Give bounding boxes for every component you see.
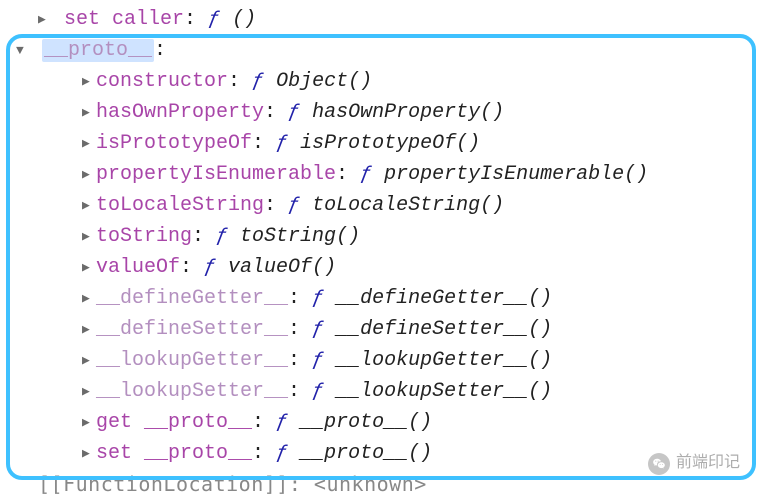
disclosure-triangle-icon[interactable]: ▶ [82,444,96,464]
property-key: toLocaleString [96,194,264,217]
truncated-row: [[FunctionLocation]]: <unknown> [6,469,764,500]
function-name: toLocaleString() [312,194,504,217]
function-name: toString() [240,225,360,248]
property-row[interactable]: ▶constructor: ƒ Object() [6,66,764,97]
function-f-glyph: ƒ [360,163,384,186]
property-row[interactable]: ▶valueOf: ƒ valueOf() [6,252,764,283]
colon: : [228,70,252,93]
disclosure-triangle-icon[interactable]: ▶ [82,320,96,340]
property-row[interactable]: ▶set __proto__: ƒ __proto__() [6,438,764,469]
function-name: isPrototypeOf() [300,132,480,155]
colon: : [288,349,312,372]
function-name: propertyIsEnumerable() [384,163,648,186]
function-name: hasOwnProperty() [312,101,504,124]
property-key: set __proto__ [96,442,252,465]
property-key-proto: __proto__ [42,39,154,62]
property-row[interactable]: ▶propertyIsEnumerable: ƒ propertyIsEnume… [6,159,764,190]
function-f-glyph: ƒ [312,349,336,372]
colon: : [192,225,216,248]
property-row-proto[interactable]: ▼ __proto__: [6,35,764,66]
property-key: constructor [96,70,228,93]
function-name: __defineGetter__() [336,287,552,310]
disclosure-triangle-icon[interactable]: ▶ [82,165,96,185]
property-row[interactable]: ▶get __proto__: ƒ __proto__() [6,407,764,438]
function-f-glyph: ƒ [312,380,336,403]
function-f-glyph: ƒ [204,256,228,279]
function-f-glyph: ƒ [216,225,240,248]
property-row[interactable]: ▶__defineGetter__: ƒ __defineGetter__() [6,283,764,314]
disclosure-triangle-icon[interactable]: ▶ [82,258,96,278]
colon: : [288,318,312,341]
property-row[interactable]: ▶hasOwnProperty: ƒ hasOwnProperty() [6,97,764,128]
property-key: propertyIsEnumerable [96,163,336,186]
property-row[interactable]: ▶toString: ƒ toString() [6,221,764,252]
disclosure-triangle-icon[interactable]: ▶ [82,382,96,402]
function-f-glyph: ƒ [288,194,312,217]
colon: : [252,411,276,434]
colon: : [180,256,204,279]
property-key: toString [96,225,192,248]
property-row[interactable]: ▶__lookupSetter__: ƒ __lookupSetter__() [6,376,764,407]
property-key: __lookupSetter__ [96,380,288,403]
property-row[interactable]: ▶toLocaleString: ƒ toLocaleString() [6,190,764,221]
property-key: __defineSetter__ [96,318,288,341]
colon: : [154,39,166,62]
disclosure-triangle-icon[interactable]: ▶ [82,72,96,92]
property-key: __defineGetter__ [96,287,288,310]
colon: : [184,8,208,31]
colon: : [288,380,312,403]
function-name: valueOf() [228,256,336,279]
function-f-glyph: ƒ [312,318,336,341]
function-f-glyph: ƒ [312,287,336,310]
function-f-glyph: ƒ [252,70,276,93]
property-row[interactable]: ▶isPrototypeOf: ƒ isPrototypeOf() [6,128,764,159]
property-key: hasOwnProperty [96,101,264,124]
property-row[interactable]: ▶__defineSetter__: ƒ __defineSetter__() [6,314,764,345]
property-row[interactable]: ▶__lookupGetter__: ƒ __lookupGetter__() [6,345,764,376]
disclosure-triangle-icon[interactable]: ▶ [38,10,52,30]
disclosure-triangle-icon[interactable]: ▶ [82,227,96,247]
devtools-object-inspector: ▶ set caller: ƒ () ▼ __proto__: ▶constru… [0,0,764,500]
disclosure-triangle-icon[interactable]: ▶ [82,103,96,123]
property-key: __lookupGetter__ [96,349,288,372]
property-key: get __proto__ [96,411,252,434]
function-name: __proto__() [300,411,432,434]
colon: : [336,163,360,186]
function-f-glyph: ƒ [276,411,300,434]
colon: : [288,287,312,310]
property-row-set-caller[interactable]: ▶ set caller: ƒ () [6,4,764,35]
colon: : [264,101,288,124]
property-key: set caller [64,8,184,31]
colon: : [264,194,288,217]
function-name: __lookupGetter__() [336,349,552,372]
property-key: valueOf [96,256,180,279]
colon: : [252,132,276,155]
function-f-glyph: ƒ [276,442,300,465]
disclosure-triangle-icon[interactable]: ▶ [82,413,96,433]
disclosure-triangle-icon[interactable]: ▶ [82,351,96,371]
function-name: () [232,8,256,31]
disclosure-triangle-icon[interactable]: ▶ [82,196,96,216]
disclosure-triangle-icon[interactable]: ▼ [16,41,30,61]
function-name: __lookupSetter__() [336,380,552,403]
function-name: Object() [276,70,372,93]
colon: : [252,442,276,465]
function-name: __defineSetter__() [336,318,552,341]
function-f-glyph: ƒ [208,8,220,31]
disclosure-triangle-icon[interactable]: ▶ [82,134,96,154]
proto-members-list: ▶constructor: ƒ Object()▶hasOwnProperty:… [6,66,764,469]
disclosure-triangle-icon[interactable]: ▶ [82,289,96,309]
function-name: __proto__() [300,442,432,465]
property-key: isPrototypeOf [96,132,252,155]
function-f-glyph: ƒ [276,132,300,155]
function-f-glyph: ƒ [288,101,312,124]
